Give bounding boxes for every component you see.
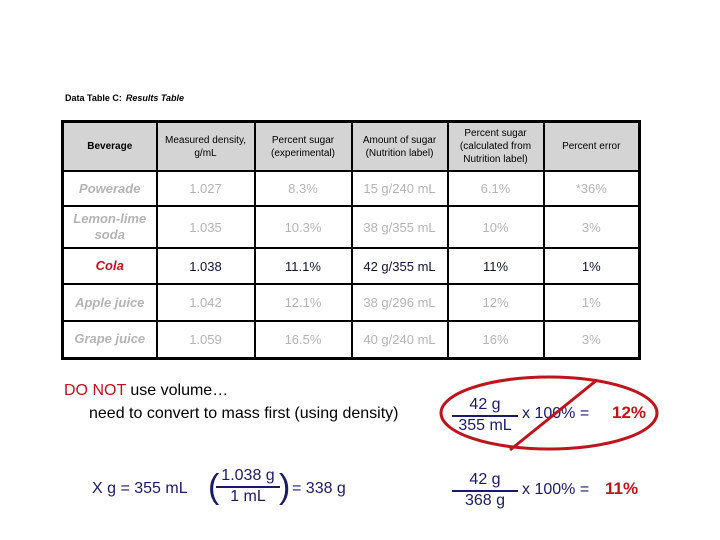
cell-percent-label: 12%: [446, 283, 545, 322]
cell-beverage: Cola: [61, 247, 158, 285]
table-row: Apple juice 1.042 12.1% 38 g/296 mL 12% …: [61, 283, 641, 322]
correct-multiplier: x 100% =: [522, 481, 590, 498]
correct-denominator: 368 g: [464, 492, 506, 509]
cell-density: 1.038: [155, 247, 256, 285]
correct-numerator: 42 g: [469, 471, 501, 488]
cell-percent-label: 10%: [446, 205, 545, 249]
header-row: Beverage Measured density, g/mL Percent …: [61, 120, 641, 172]
cell-percent-label: 6.1%: [446, 170, 545, 207]
cell-density: 1.042: [155, 283, 256, 322]
cell-density: 1.035: [155, 205, 256, 249]
cell-percent-error: 1%: [542, 247, 641, 285]
table-row: Grape juice 1.059 16.5% 40 g/240 mL 16% …: [61, 320, 641, 359]
cell-percent-experimental: 11.1%: [253, 247, 353, 285]
cell-beverage: Lemon-lime soda: [61, 205, 158, 249]
correct-calculation: 42 g 368 g x 100% = 11%: [452, 471, 652, 516]
conversion-note: need to convert to mass first (using den…: [89, 405, 399, 422]
wrong-denominator: 355 mL: [458, 417, 512, 434]
right-paren-icon: ): [279, 468, 291, 506]
header-amount-sugar: Amount of sugar (Nutrition label): [350, 120, 449, 172]
cell-amount-sugar: 40 g/240 mL: [350, 320, 449, 359]
cell-amount-sugar: 38 g/296 mL: [350, 283, 449, 322]
cell-percent-experimental: 12.1%: [253, 283, 353, 322]
wrong-calculation: 42 g 355 mL x 100% = 12%: [452, 396, 652, 436]
density-fraction: 1.038 g 1 mL: [216, 467, 280, 506]
wrong-multiplier: x 100% =: [522, 405, 590, 422]
warning-emphasis: DO NOT: [64, 382, 126, 399]
wrong-result: 12%: [612, 403, 647, 422]
table-caption: Data Table C: Results Table: [65, 93, 184, 103]
cell-percent-error: *36%: [542, 170, 641, 207]
density-denominator: 1 mL: [230, 488, 266, 505]
cell-beverage: Apple juice: [61, 283, 158, 322]
mass-lhs: X g = 355 mL: [92, 480, 188, 497]
header-percent-label: Percent sugar (calculated from Nutrition…: [446, 120, 545, 172]
cell-beverage: Powerade: [61, 170, 158, 207]
cell-percent-label: 11%: [446, 247, 545, 285]
cell-percent-error: 1%: [542, 283, 641, 322]
cell-percent-experimental: 8.3%: [253, 170, 353, 207]
correct-result: 11%: [605, 479, 639, 498]
cell-amount-sugar: 42 g/355 mL: [350, 247, 449, 285]
caption-label: Data Table C:: [65, 93, 122, 103]
wrong-numerator: 42 g: [469, 396, 501, 413]
table-row-highlighted: Cola 1.038 11.1% 42 g/355 mL 11% 1%: [61, 247, 641, 285]
warning-text: use volume…: [125, 382, 229, 399]
correct-fraction: 42 g 368 g: [452, 471, 518, 510]
mass-calculation: X g = 355 mL ( 1.038 g 1 mL ) = 338 g: [92, 467, 372, 512]
header-beverage: Beverage: [61, 120, 158, 172]
cell-density: 1.059: [155, 320, 256, 359]
density-numerator: 1.038 g: [221, 467, 275, 484]
caption-title: Results Table: [125, 93, 185, 103]
cell-beverage: Grape juice: [61, 320, 158, 359]
cell-percent-label: 16%: [446, 320, 545, 359]
mass-rhs: = 338 g: [292, 480, 346, 497]
cell-percent-experimental: 16.5%: [253, 320, 353, 359]
warning-note: DO NOT use volume…: [64, 382, 228, 400]
cell-percent-error: 3%: [542, 320, 641, 359]
cell-percent-error: 3%: [542, 205, 641, 249]
cell-amount-sugar: 15 g/240 mL: [350, 170, 449, 207]
cell-density: 1.027: [155, 170, 256, 207]
header-percent-error: Percent error: [542, 120, 641, 172]
header-percent-experimental: Percent sugar (experimental): [253, 120, 353, 172]
results-table: Beverage Measured density, g/mL Percent …: [61, 120, 641, 360]
cell-amount-sugar: 38 g/355 mL: [350, 205, 449, 249]
cell-percent-experimental: 10.3%: [253, 205, 353, 249]
wrong-fraction: 42 g 355 mL: [452, 396, 518, 435]
table-row: Powerade 1.027 8.3% 15 g/240 mL 6.1% *36…: [61, 170, 641, 207]
table-row: Lemon-lime soda 1.035 10.3% 38 g/355 mL …: [61, 205, 641, 249]
header-density: Measured density, g/mL: [155, 120, 256, 172]
